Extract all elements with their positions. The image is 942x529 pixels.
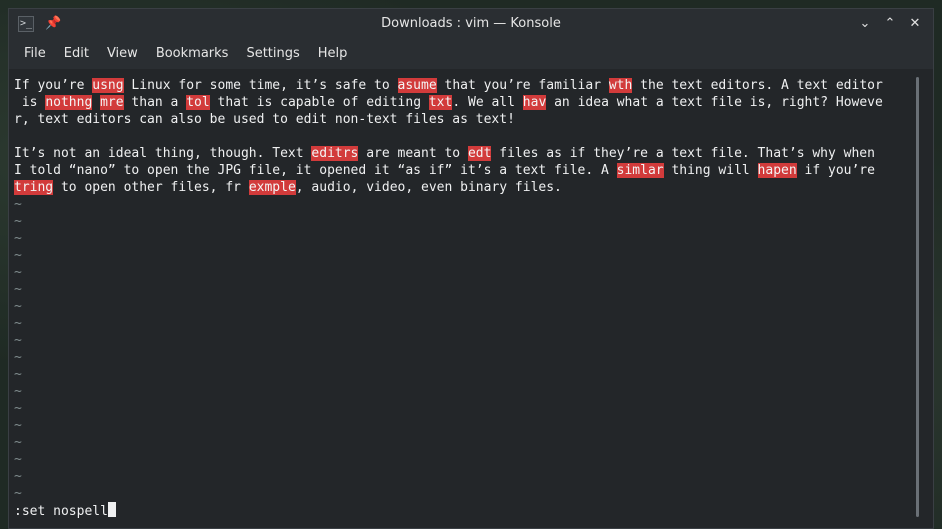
misspelled-word: txt <box>428 95 453 110</box>
empty-line-marker: ~ <box>14 248 22 263</box>
misspelled-word: edt <box>467 146 492 161</box>
buffer-text: are meant to <box>358 146 468 161</box>
empty-line-marker: ~ <box>14 452 22 467</box>
empty-line-marker: ~ <box>14 265 22 280</box>
buffer-line: I told “nano” to open the JPG file, it o… <box>14 162 909 179</box>
buffer-text: if you’re <box>796 163 875 178</box>
misspelled-word: editrs <box>311 146 359 161</box>
empty-line-marker: ~ <box>14 299 22 314</box>
empty-line-marker: ~ <box>14 435 22 450</box>
buffer-text: Linux for some time, it’s safe to <box>123 78 398 93</box>
buffer-line: r, text editors can also be used to edit… <box>14 111 909 128</box>
misspelled-word: tol <box>186 95 210 110</box>
menu-bookmarks[interactable]: Bookmarks <box>147 39 238 69</box>
empty-line-marker: ~ <box>14 231 22 246</box>
buffer-text: that is capable of editing <box>209 95 429 110</box>
misspelled-word: hapen <box>757 163 797 178</box>
buffer-text: If you’re <box>14 78 93 93</box>
vim-command-line[interactable]: :set nospell <box>14 502 116 520</box>
buffer-text: the text editors. A text editor <box>632 78 883 93</box>
text-cursor <box>107 502 116 517</box>
buffer-line: It’s not an ideal thing, though. Text ed… <box>14 145 909 162</box>
misspelled-word: nothng <box>45 95 93 110</box>
empty-line-marker: ~ <box>14 401 22 416</box>
empty-line-marker: ~ <box>14 486 22 501</box>
empty-line-marker: ~ <box>14 384 22 399</box>
buffer-text <box>92 95 100 110</box>
menu-view[interactable]: View <box>98 39 147 69</box>
buffer-text: I told “nano” to open the JPG file, it o… <box>14 163 617 178</box>
vim-buffer[interactable]: If you’re usng Linux for some time, it’s… <box>14 77 909 502</box>
menu-file[interactable]: File <box>15 39 55 69</box>
buffer-text <box>241 180 249 195</box>
buffer-line <box>14 128 909 145</box>
empty-line-marker: ~ <box>14 367 22 382</box>
window-title: Downloads : vim — Konsole <box>381 16 561 31</box>
buffer-text: files as if they’re a text file. That’s … <box>491 146 875 161</box>
maximize-button[interactable]: ⌃ <box>881 15 899 33</box>
buffer-text: It’s not an ideal thing, though. Text <box>14 146 312 161</box>
misspelled-word: tring <box>14 180 54 195</box>
scrollbar[interactable] <box>916 77 919 517</box>
empty-line-marker: ~ <box>14 469 22 484</box>
menu-edit[interactable]: Edit <box>55 39 98 69</box>
buffer-text: an idea what a text file is, right? Howe… <box>546 95 883 110</box>
buffer-line: tring to open other files, fr exmple, au… <box>14 179 909 196</box>
konsole-window: >_ 📌 Downloads : vim — Konsole ⌄ ⌃ ✕ Fil… <box>8 8 934 529</box>
empty-line-marker: ~ <box>14 418 22 433</box>
menu-bar: File Edit View Bookmarks Settings Help <box>9 39 933 69</box>
terminal-view[interactable]: If you’re usng Linux for some time, it’s… <box>9 69 933 528</box>
buffer-text: than a <box>123 95 187 110</box>
misspelled-word: wth <box>608 78 633 93</box>
buffer-text: . We all <box>452 95 523 110</box>
title-bar[interactable]: >_ 📌 Downloads : vim — Konsole ⌄ ⌃ ✕ <box>9 9 933 39</box>
command-text: :set nospell <box>14 504 108 519</box>
misspelled-word: hav <box>522 95 547 110</box>
menu-settings[interactable]: Settings <box>237 39 308 69</box>
buffer-text: , audio, video, even binary files. <box>295 180 562 195</box>
buffer-text: to open other files, <box>53 180 226 195</box>
buffer-text: fr <box>225 180 241 195</box>
buffer-text: thing will <box>663 163 758 178</box>
empty-line-marker: ~ <box>14 197 22 212</box>
misspelled-word: mre <box>100 95 124 110</box>
empty-line-marker: ~ <box>14 316 22 331</box>
empty-line-marker: ~ <box>14 282 22 297</box>
close-button[interactable]: ✕ <box>906 15 924 33</box>
misspelled-word: exmple <box>248 180 296 195</box>
misspelled-word: asume <box>397 78 437 93</box>
misspelled-word: usng <box>92 78 124 93</box>
buffer-line: If you’re usng Linux for some time, it’s… <box>14 77 909 94</box>
misspelled-word: simlar <box>616 163 664 178</box>
empty-line-marker: ~ <box>14 333 22 348</box>
empty-line-marker: ~ <box>14 350 22 365</box>
empty-line-marker: ~ <box>14 214 22 229</box>
buffer-text: r, text editors can also be used to edit… <box>14 112 515 127</box>
buffer-text: is <box>14 95 46 110</box>
buffer-text: that you’re familiar <box>436 78 609 93</box>
minimize-button[interactable]: ⌄ <box>856 15 874 33</box>
menu-help[interactable]: Help <box>309 39 357 69</box>
buffer-line: is nothng mre than a tol that is capable… <box>14 94 909 111</box>
